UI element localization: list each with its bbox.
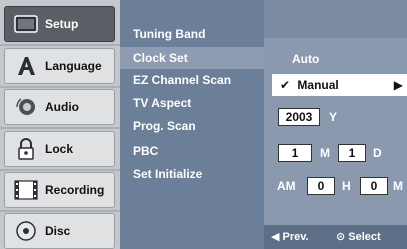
tab-audio[interactable]: Audio	[4, 89, 115, 125]
setup-menu: Tuning Band Clock Set EZ Channel Scan TV…	[120, 0, 264, 249]
prev-hint: ◀ Prev.	[271, 231, 309, 243]
divider	[0, 44, 120, 46]
option-manual-label: Manual	[297, 78, 339, 92]
option-manual[interactable]: ✔ Manual ▶	[272, 74, 407, 96]
divider	[0, 86, 120, 88]
menu-item-set-initialize[interactable]: Set Initialize	[120, 163, 264, 185]
tab-recording[interactable]: Recording	[4, 172, 115, 208]
month-label: M	[320, 146, 330, 160]
tab-lock[interactable]: Lock	[4, 131, 115, 167]
film-icon	[13, 179, 39, 201]
ampm-field[interactable]: AM	[277, 177, 296, 195]
tab-label: Audio	[45, 100, 79, 114]
monitor-icon	[13, 13, 39, 35]
tab-label: Setup	[45, 17, 79, 31]
month-field[interactable]: 1	[278, 144, 312, 162]
year-label: Y	[329, 110, 338, 124]
select-hint: ⊙ Select	[336, 231, 381, 243]
arrow-right-icon: ▶	[393, 78, 403, 92]
minute-label: M	[393, 179, 403, 193]
hour-field[interactable]: 0	[307, 177, 335, 195]
tab-label: Lock	[45, 142, 74, 156]
speaker-icon	[13, 96, 39, 118]
menu-item-clock-set[interactable]: Clock Set	[120, 47, 264, 69]
minute-field[interactable]: 0	[360, 177, 388, 195]
tab-label: Disc	[45, 224, 71, 238]
tab-disc[interactable]: Disc	[4, 213, 115, 249]
menu-item-tuning-band[interactable]: Tuning Band	[120, 23, 264, 45]
padlock-icon	[13, 138, 39, 160]
menu-item-prog-scan[interactable]: Prog. Scan	[120, 115, 264, 137]
tab-label: Language	[45, 59, 102, 73]
footer-bar: ◀ Prev. ⊙ Select	[264, 225, 407, 249]
panel-header	[264, 0, 407, 38]
menu-item-ez-channel-scan[interactable]: EZ Channel Scan	[120, 69, 264, 91]
divider	[0, 169, 120, 171]
day-field[interactable]: 1	[338, 144, 366, 162]
option-auto[interactable]: Auto	[292, 52, 319, 66]
tab-language[interactable]: Language	[4, 48, 115, 84]
tab-setup[interactable]: Setup	[4, 6, 115, 42]
menu-item-pbc[interactable]: PBC	[120, 140, 264, 162]
divider	[0, 210, 120, 212]
tab-label: Recording	[45, 183, 105, 197]
clock-set-panel: Auto ✔ Manual ▶ 2003 Y 1 M 1 D AM 0 H 0 …	[264, 0, 407, 249]
menu-item-tv-aspect[interactable]: TV Aspect	[120, 92, 264, 114]
day-label: D	[373, 146, 382, 160]
category-tabs: Setup Language Audio Lock Recording Disc	[0, 0, 120, 249]
checkmark-icon: ✔	[280, 78, 291, 92]
font-a-icon	[13, 55, 39, 77]
divider	[0, 127, 120, 129]
year-field[interactable]: 2003	[278, 108, 320, 126]
hour-label: H	[342, 179, 351, 193]
disc-icon	[13, 220, 39, 242]
